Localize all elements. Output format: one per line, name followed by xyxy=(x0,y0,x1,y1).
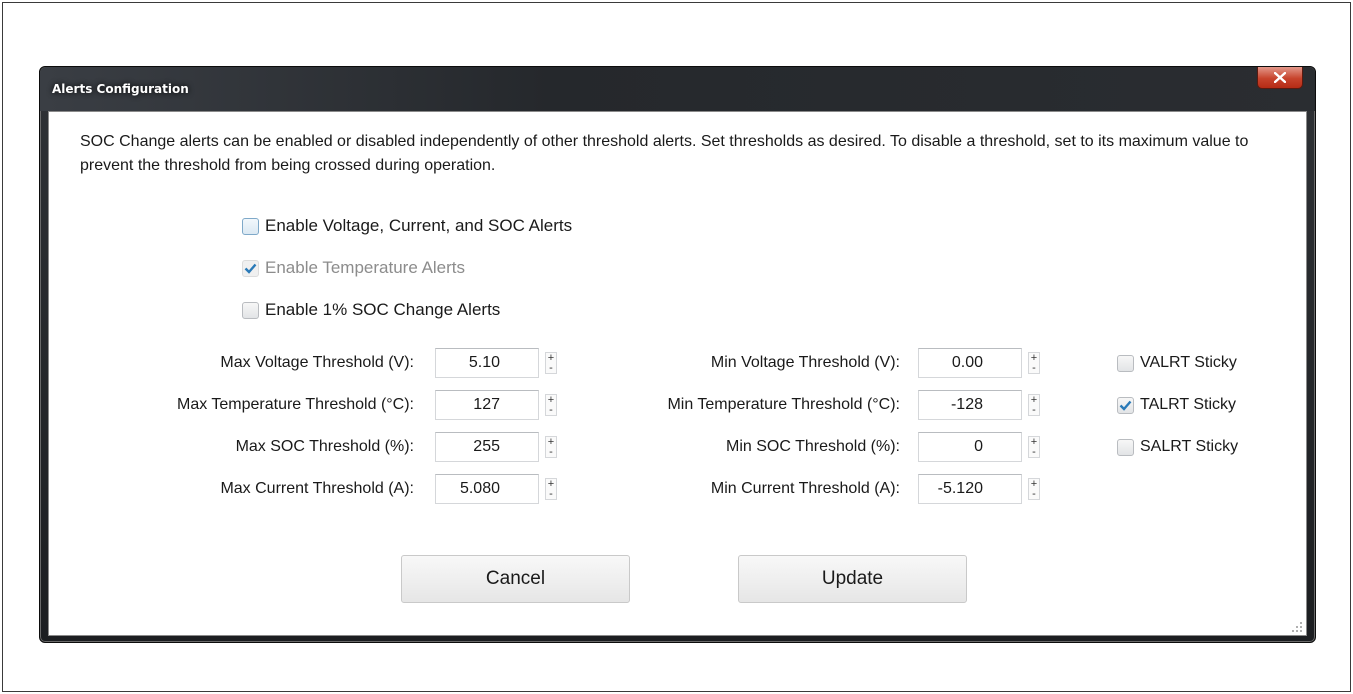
salrt-sticky-label: SALRT Sticky xyxy=(1140,438,1239,455)
min-temperature-spinner[interactable]: + - xyxy=(1028,394,1040,416)
min-temperature-label: Min Temperature Threshold (°C): xyxy=(667,396,900,413)
max-current-input[interactable] xyxy=(435,474,539,504)
resize-grip-icon[interactable] xyxy=(1292,622,1302,632)
enable-voltage-current-soc-checkbox[interactable] xyxy=(242,217,259,235)
min-current-input[interactable] xyxy=(918,474,1022,504)
max-soc-label: Max SOC Threshold (%): xyxy=(235,438,414,455)
salrt-sticky[interactable]: SALRT Sticky xyxy=(1117,438,1238,456)
talrt-sticky-checkbox[interactable] xyxy=(1117,396,1134,414)
min-soc-input[interactable] xyxy=(918,432,1022,462)
valrt-sticky-label: VALRT Sticky xyxy=(1140,354,1237,371)
max-current-label: Max Current Threshold (A): xyxy=(220,480,414,497)
max-voltage-input[interactable] xyxy=(435,348,539,378)
salrt-sticky-checkbox[interactable] xyxy=(1117,438,1134,456)
checkmark-icon xyxy=(244,263,257,274)
enable-temperature-alerts[interactable]: Enable Temperature Alerts xyxy=(242,258,465,278)
decrement-icon[interactable]: - xyxy=(1032,447,1036,458)
min-soc-spinner[interactable]: + - xyxy=(1028,436,1040,458)
valrt-sticky[interactable]: VALRT Sticky xyxy=(1117,354,1237,372)
max-voltage-label: Max Voltage Threshold (V): xyxy=(220,354,414,371)
decrement-icon[interactable]: - xyxy=(1032,405,1036,416)
close-button[interactable] xyxy=(1257,67,1303,89)
decrement-icon[interactable]: - xyxy=(549,489,553,500)
checkmark-icon xyxy=(1119,400,1132,411)
decrement-icon[interactable]: - xyxy=(1032,363,1036,374)
cancel-button[interactable]: Cancel xyxy=(401,555,630,603)
enable-voltage-current-soc-label: Enable Voltage, Current, and SOC Alerts xyxy=(265,216,573,235)
title-bar[interactable]: Alerts Configuration xyxy=(40,67,1315,111)
max-temperature-spinner[interactable]: + - xyxy=(545,394,557,416)
valrt-sticky-checkbox[interactable] xyxy=(1117,354,1134,372)
enable-soc-change-label: Enable 1% SOC Change Alerts xyxy=(265,300,501,319)
talrt-sticky[interactable]: TALRT Sticky xyxy=(1117,396,1236,414)
enable-voltage-current-soc-alerts[interactable]: Enable Voltage, Current, and SOC Alerts xyxy=(242,216,572,236)
dialog-client-area: SOC Change alerts can be enabled or disa… xyxy=(48,111,1307,636)
min-voltage-spinner[interactable]: + - xyxy=(1028,352,1040,374)
max-temperature-label: Max Temperature Threshold (°C): xyxy=(176,396,414,413)
window-title: Alerts Configuration xyxy=(52,82,189,96)
enable-soc-change-checkbox[interactable] xyxy=(242,301,259,319)
close-icon xyxy=(1274,72,1286,83)
update-button[interactable]: Update xyxy=(738,555,967,603)
enable-soc-change-alerts[interactable]: Enable 1% SOC Change Alerts xyxy=(242,300,500,320)
decrement-icon[interactable]: - xyxy=(549,363,553,374)
talrt-sticky-label: TALRT Sticky xyxy=(1140,396,1237,413)
max-soc-input[interactable] xyxy=(435,432,539,462)
max-soc-spinner[interactable]: + - xyxy=(545,436,557,458)
max-current-spinner[interactable]: + - xyxy=(545,478,557,500)
enable-temperature-checkbox[interactable] xyxy=(242,259,259,277)
min-soc-label: Min SOC Threshold (%): xyxy=(726,438,900,455)
max-temperature-input[interactable] xyxy=(435,390,539,420)
decrement-icon[interactable]: - xyxy=(549,405,553,416)
min-temperature-input[interactable] xyxy=(918,390,1022,420)
alerts-configuration-window: Alerts Configuration SOC Change alerts c… xyxy=(39,66,1316,643)
min-voltage-label: Min Voltage Threshold (V): xyxy=(710,354,900,371)
min-current-label: Min Current Threshold (A): xyxy=(710,480,900,497)
min-voltage-input[interactable] xyxy=(918,348,1022,378)
enable-temperature-label: Enable Temperature Alerts xyxy=(265,258,466,277)
max-voltage-spinner[interactable]: + - xyxy=(545,352,557,374)
description-text: SOC Change alerts can be enabled or disa… xyxy=(80,133,1249,174)
decrement-icon[interactable]: - xyxy=(1032,489,1036,500)
min-current-spinner[interactable]: + - xyxy=(1028,478,1040,500)
decrement-icon[interactable]: - xyxy=(549,447,553,458)
